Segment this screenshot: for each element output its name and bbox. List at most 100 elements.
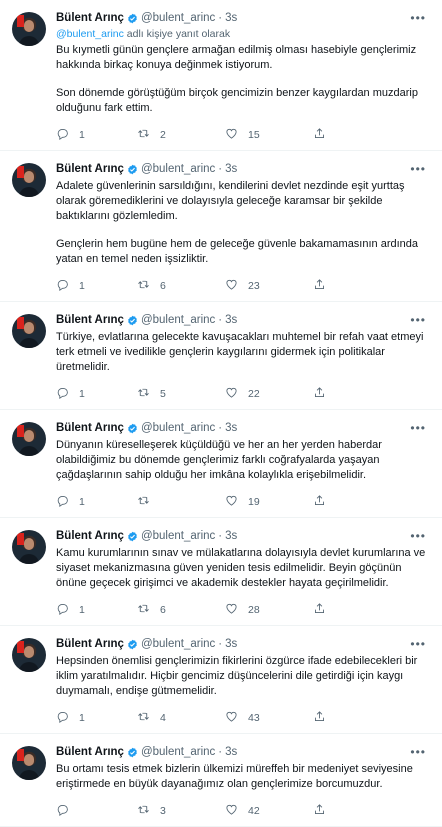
tweet-timestamp[interactable]: 3s (225, 420, 237, 436)
more-icon[interactable]: ••• (410, 530, 430, 542)
author-handle[interactable]: @bulent_arinc (141, 312, 215, 328)
author-name[interactable]: Bülent Arınç (56, 161, 124, 177)
separator-dot: · (218, 12, 223, 24)
verified-badge-icon (128, 531, 137, 541)
more-icon[interactable]: ••• (410, 163, 430, 175)
like-button[interactable]: 43 (225, 710, 313, 726)
tweet[interactable]: Bülent Arınç @bulent_arinc · 3s ••• Kamu… (0, 518, 442, 626)
reply-button[interactable]: 1 (56, 127, 121, 143)
author-name[interactable]: Bülent Arınç (56, 636, 124, 652)
tweet-content: Bülent Arınç @bulent_arinc · 3s ••• Türk… (56, 312, 430, 409)
author-handle[interactable]: @bulent_arinc (141, 744, 215, 760)
like-button[interactable]: 23 (225, 278, 313, 294)
tweet-timestamp[interactable]: 3s (225, 744, 237, 760)
share-icon (313, 803, 326, 819)
tweet-timestamp[interactable]: 3s (225, 161, 237, 177)
tweet-timestamp[interactable]: 3s (225, 636, 237, 652)
tweet[interactable]: Bülent Arınç @bulent_arinc · 3s ••• @bul… (0, 0, 442, 151)
tweet-header: Bülent Arınç @bulent_arinc · 3s ••• (56, 10, 430, 26)
retweet-button[interactable]: 2 (137, 127, 225, 143)
like-button[interactable]: 22 (225, 386, 313, 402)
author-name[interactable]: Bülent Arınç (56, 10, 124, 26)
reply-icon (56, 386, 69, 402)
tweet[interactable]: Bülent Arınç @bulent_arinc · 3s ••• Bu o… (0, 734, 442, 827)
more-icon[interactable]: ••• (410, 638, 430, 650)
author-handle[interactable]: @bulent_arinc (141, 161, 215, 177)
like-button[interactable]: 19 (225, 494, 313, 510)
tweet-header: Bülent Arınç @bulent_arinc · 3s ••• (56, 744, 430, 760)
more-icon[interactable]: ••• (410, 422, 430, 434)
tweet[interactable]: Bülent Arınç @bulent_arinc · 3s ••• Türk… (0, 302, 442, 410)
tweet-timestamp[interactable]: 3s (225, 312, 237, 328)
separator-dot: · (218, 314, 223, 326)
retweet-button[interactable]: 6 (137, 278, 225, 294)
tweet-content: Bülent Arınç @bulent_arinc · 3s ••• Heps… (56, 636, 430, 733)
tweet[interactable]: Bülent Arınç @bulent_arinc · 3s ••• Adal… (0, 151, 442, 302)
author-handle[interactable]: @bulent_arinc (141, 636, 215, 652)
like-button[interactable]: 15 (225, 127, 313, 143)
heart-icon (225, 127, 238, 143)
tweet-timestamp[interactable]: 3s (225, 10, 237, 26)
share-button[interactable] (313, 602, 326, 618)
reply-button[interactable]: 1 (56, 710, 121, 726)
tweet-text: Kamu kurumlarının sınav ve mülakatlarına… (56, 546, 430, 591)
share-button[interactable] (313, 386, 326, 402)
avatar[interactable] (12, 12, 46, 46)
avatar-column (12, 636, 48, 733)
heart-icon (225, 710, 238, 726)
retweet-count: 4 (160, 712, 166, 724)
tweet-timestamp[interactable]: 3s (225, 528, 237, 544)
avatar[interactable] (12, 314, 46, 348)
author-name[interactable]: Bülent Arınç (56, 744, 124, 760)
tweet-header: Bülent Arınç @bulent_arinc · 3s ••• (56, 528, 430, 544)
avatar-column (12, 10, 48, 150)
avatar[interactable] (12, 422, 46, 456)
reply-button[interactable]: 1 (56, 602, 121, 618)
reply-to-handle-link[interactable]: @bulent_arinc (56, 28, 124, 40)
share-button[interactable] (313, 710, 326, 726)
avatar[interactable] (12, 638, 46, 672)
author-handle[interactable]: @bulent_arinc (141, 420, 215, 436)
share-button[interactable] (313, 494, 326, 510)
tweet-paragraph: Gençlerin hem bugüne hem de geleceğe güv… (56, 238, 419, 265)
reply-button[interactable]: 1 (56, 386, 121, 402)
separator-dot: · (218, 163, 223, 175)
retweet-count: 5 (160, 388, 166, 400)
retweet-count: 6 (160, 280, 166, 292)
more-icon[interactable]: ••• (410, 746, 430, 758)
retweet-button[interactable] (137, 494, 225, 510)
like-count: 19 (248, 496, 260, 508)
more-icon[interactable]: ••• (410, 314, 430, 326)
author-name[interactable]: Bülent Arınç (56, 312, 124, 328)
reply-button[interactable] (56, 803, 121, 819)
like-button[interactable]: 28 (225, 602, 313, 618)
like-button[interactable]: 42 (225, 803, 313, 819)
separator-dot: · (218, 746, 223, 758)
retweet-count: 2 (160, 129, 166, 141)
retweet-button[interactable]: 5 (137, 386, 225, 402)
avatar[interactable] (12, 530, 46, 564)
retweet-count: 3 (160, 805, 166, 817)
tweet-text: Hepsinden önemlisi gençlerimizin fikirle… (56, 654, 430, 699)
author-name[interactable]: Bülent Arınç (56, 528, 124, 544)
retweet-button[interactable]: 4 (137, 710, 225, 726)
share-button[interactable] (313, 127, 326, 143)
tweet[interactable]: Bülent Arınç @bulent_arinc · 3s ••• Heps… (0, 626, 442, 734)
tweet-paragraph: Bu kıymetli günün gençlere armağan edilm… (56, 44, 417, 71)
share-button[interactable] (313, 278, 326, 294)
author-handle[interactable]: @bulent_arinc (141, 528, 215, 544)
avatar-column (12, 312, 48, 409)
reply-button[interactable]: 1 (56, 494, 121, 510)
more-icon[interactable]: ••• (410, 12, 430, 24)
tweet-paragraph: Kamu kurumlarının sınav ve mülakatlarına… (56, 547, 426, 589)
avatar-flag (17, 317, 24, 329)
retweet-button[interactable]: 3 (137, 803, 225, 819)
author-name[interactable]: Bülent Arınç (56, 420, 124, 436)
avatar[interactable] (12, 163, 46, 197)
reply-button[interactable]: 1 (56, 278, 121, 294)
avatar[interactable] (12, 746, 46, 780)
retweet-button[interactable]: 6 (137, 602, 225, 618)
tweet[interactable]: Bülent Arınç @bulent_arinc · 3s ••• Düny… (0, 410, 442, 518)
author-handle[interactable]: @bulent_arinc (141, 10, 215, 26)
share-button[interactable] (313, 803, 326, 819)
